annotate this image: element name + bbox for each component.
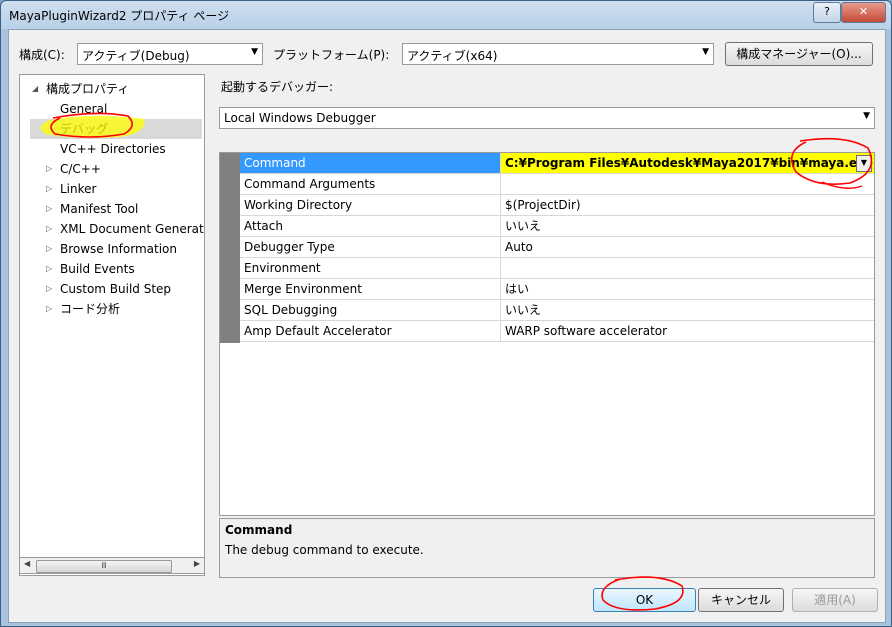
property-grid: Command C:¥Program Files¥Autodesk¥Maya201… [219, 152, 875, 516]
property-name: Merge Environment [240, 279, 501, 299]
property-name: Command Arguments [240, 174, 501, 194]
tree-item[interactable]: ▷ コード分析 [46, 299, 121, 319]
property-name: Amp Default Accelerator [240, 321, 501, 341]
property-name: Environment [240, 258, 501, 278]
collapsed-arrow-icon[interactable]: ▷ [46, 179, 52, 199]
property-row[interactable]: Working Directory $(ProjectDir) [240, 195, 874, 216]
collapsed-arrow-icon[interactable]: ▷ [46, 259, 52, 279]
debugger-dropdown[interactable]: Local Windows Debugger ▼ [219, 107, 875, 129]
config-label: 構成(C): [19, 48, 65, 62]
tree-item-label: XML Document Generat [60, 222, 204, 236]
property-value[interactable]: $(ProjectDir) [501, 195, 874, 215]
tree-root[interactable]: ◢ 構成プロパティ [32, 79, 130, 99]
value-dropdown-icon[interactable]: ▼ [856, 155, 872, 172]
tree-item[interactable]: ▷ C/C++ [46, 159, 101, 179]
collapsed-arrow-icon[interactable]: ▷ [46, 159, 52, 179]
tree-item[interactable]: General [60, 99, 107, 119]
scroll-left-icon[interactable]: ◀ [24, 559, 30, 568]
title-bar[interactable]: MayaPluginWizard2 プロパティ ページ ? ✕ [1, 1, 891, 29]
property-row[interactable]: SQL Debugging いいえ [240, 300, 874, 321]
tree-item[interactable]: デバッグ [30, 119, 202, 139]
property-value[interactable] [501, 174, 874, 194]
config-dropdown[interactable]: アクティブ(Debug) ▼ [77, 43, 263, 65]
property-name: Command [240, 153, 501, 173]
tree-item-label: C/C++ [60, 162, 101, 176]
property-name: SQL Debugging [240, 300, 501, 320]
tree-item-label: Manifest Tool [60, 202, 139, 216]
property-row[interactable]: Attach いいえ [240, 216, 874, 237]
debugger-value: Local Windows Debugger [224, 111, 376, 125]
collapsed-arrow-icon[interactable]: ▷ [46, 219, 52, 239]
chevron-down-icon: ▼ [251, 47, 258, 57]
properties-dialog: MayaPluginWizard2 プロパティ ページ ? ✕ 構成(C): ア… [0, 0, 892, 627]
apply-button[interactable]: 適用(A) [792, 588, 878, 612]
chevron-down-icon: ▼ [702, 47, 709, 57]
property-value[interactable]: Auto [501, 237, 874, 257]
platform-dropdown[interactable]: アクティブ(x64) ▼ [402, 43, 714, 65]
help-button[interactable]: ? [813, 2, 841, 23]
property-row[interactable]: Amp Default Accelerator WARP software acc… [240, 321, 874, 342]
property-value[interactable]: いいえ [501, 300, 874, 320]
close-button[interactable]: ✕ [841, 2, 886, 23]
property-row[interactable]: Command C:¥Program Files¥Autodesk¥Maya201… [240, 153, 874, 174]
scroll-right-icon[interactable]: ▶ [194, 559, 200, 568]
grid-gutter [220, 153, 240, 343]
tree-root-label: 構成プロパティ [46, 82, 130, 96]
collapsed-arrow-icon[interactable]: ▷ [46, 299, 52, 319]
property-value[interactable] [501, 258, 874, 278]
tree-item[interactable]: ▷ Custom Build Step [46, 279, 172, 299]
tree-item[interactable]: ▷ Linker [46, 179, 97, 199]
config-manager-button[interactable]: 構成マネージャー(O)... [725, 42, 873, 66]
property-name: Debugger Type [240, 237, 501, 257]
property-row[interactable]: Command Arguments [240, 174, 874, 195]
collapsed-arrow-icon[interactable]: ▷ [46, 239, 52, 259]
scroll-thumb[interactable]: Ⅲ [36, 560, 172, 573]
tree-item[interactable]: ▷ XML Document Generat [46, 219, 204, 239]
tree-item-label: General [60, 102, 108, 116]
property-name: Working Directory [240, 195, 501, 215]
collapsed-arrow-icon[interactable]: ▷ [46, 279, 52, 299]
property-value[interactable]: いいえ [501, 216, 874, 236]
cancel-button[interactable]: キャンセル [698, 588, 784, 612]
description-title: Command [225, 523, 293, 537]
property-row[interactable]: Merge Environment はい [240, 279, 874, 300]
tree-item[interactable]: ▷ Browse Information [46, 239, 177, 259]
collapsed-arrow-icon[interactable]: ▷ [46, 199, 52, 219]
tree-item[interactable]: VC++ Directories [60, 139, 166, 159]
property-value[interactable]: C:¥Program Files¥Autodesk¥Maya2017¥bin¥m… [501, 153, 874, 173]
tree-scrollbar[interactable]: ◀ Ⅲ ▶ [19, 557, 205, 574]
tree-item-label: VC++ Directories [60, 142, 166, 156]
tree-item-label: デバッグ [60, 122, 109, 136]
tree-item-label: Custom Build Step [60, 282, 172, 296]
tree-item-label: Browse Information [60, 242, 177, 256]
chevron-down-icon: ▼ [863, 111, 870, 121]
tree-item[interactable]: ▷ Build Events [46, 259, 135, 279]
tree-item[interactable]: ▷ Manifest Tool [46, 199, 139, 219]
platform-label: プラットフォーム(P): [273, 48, 390, 62]
property-tree: ◢ 構成プロパティ General デバッグ VC++ Directories ▷ C/… [19, 74, 205, 576]
property-name: Attach [240, 216, 501, 236]
ok-button[interactable]: OK [593, 588, 696, 612]
tree-item-label: コード分析 [60, 302, 121, 316]
property-row[interactable]: Debugger Type Auto [240, 237, 874, 258]
tree-item-label: Build Events [60, 262, 135, 276]
description-text: The debug command to execute. [225, 543, 424, 557]
description-panel: Command The debug command to execute. [219, 518, 875, 578]
debugger-label: 起動するデバッガー: [221, 80, 334, 94]
dialog-client: 構成(C): アクティブ(Debug) ▼ プラットフォーム(P): アクティブ… [8, 29, 886, 623]
property-value[interactable]: WARP software accelerator [501, 321, 874, 341]
property-value[interactable]: はい [501, 279, 874, 299]
expanded-arrow-icon: ◢ [32, 84, 39, 93]
platform-value: アクティブ(x64) [407, 49, 498, 63]
property-row[interactable]: Environment [240, 258, 874, 279]
config-value: アクティブ(Debug) [82, 49, 190, 63]
window-title: MayaPluginWizard2 プロパティ ページ [9, 9, 230, 23]
tree-item-label: Linker [60, 182, 97, 196]
